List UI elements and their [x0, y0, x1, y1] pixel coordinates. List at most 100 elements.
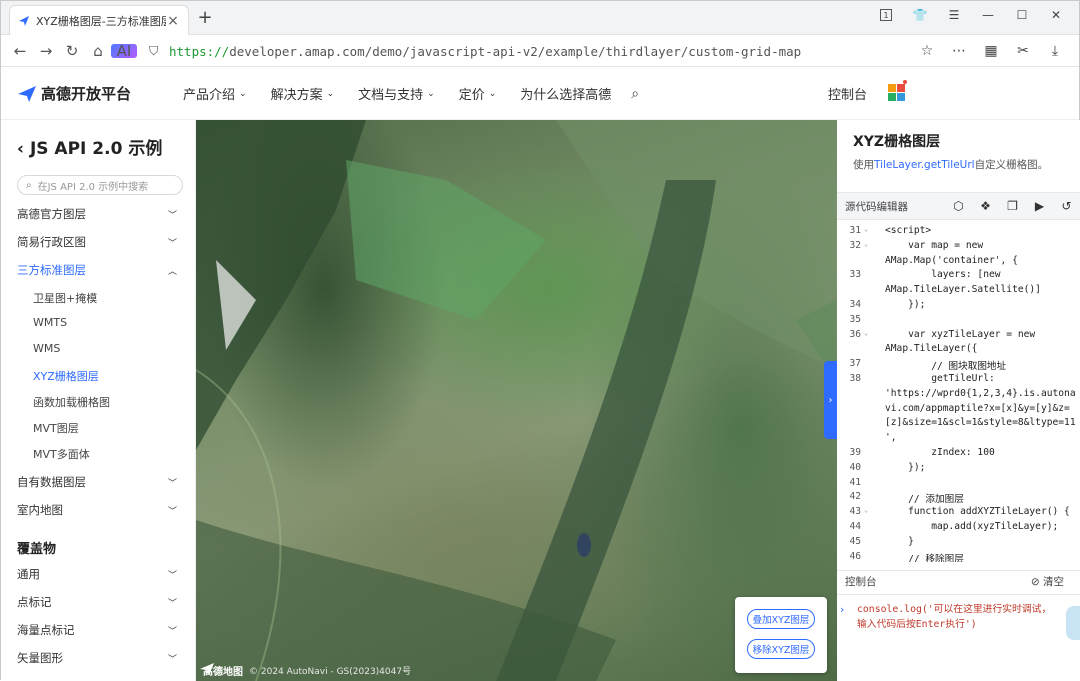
code-line: 32 ⌄ var map = new: [837, 240, 1080, 254]
console-clear-button[interactable]: ⊘ 清空: [1031, 574, 1064, 589]
minimize-button[interactable]: —: [971, 5, 1005, 25]
back-icon[interactable]: ←: [7, 42, 33, 60]
console-output[interactable]: › console.log('可以在这里进行实时调试， 输入代码后按Enter执…: [837, 594, 1080, 681]
sidebar-subitem[interactable]: MVT多面体: [33, 446, 90, 462]
line-number: 42: [849, 491, 861, 503]
forward-icon[interactable]: →: [33, 42, 59, 60]
close-window-button[interactable]: ✕: [1039, 5, 1073, 25]
sidebar-section[interactable]: 高德官方图层 ﹀: [17, 206, 177, 222]
browser-tab[interactable]: XYZ栅格图层-三方标准图层- ×: [9, 5, 189, 35]
code-editor[interactable]: 31 ⌄ <script> 32 ⌄ var map = new AMap.Map('co…: [837, 220, 1080, 562]
map-container[interactable]: 高德地图 © 2024 AutoNavi - GS(2023)4047号 叠加X…: [196, 120, 837, 681]
sidebar-subitem[interactable]: WMTS: [33, 316, 67, 329]
reset-icon[interactable]: ↺: [1053, 199, 1080, 213]
sidebar-section[interactable]: 简易行政区图 ﹀: [17, 234, 177, 250]
home-icon[interactable]: ⌂: [85, 42, 111, 60]
line-number: 37: [849, 358, 861, 370]
sidebar-item-label: 通用: [17, 567, 40, 581]
console-link[interactable]: 控制台: [828, 84, 867, 103]
code-text: // 移除图层: [885, 553, 964, 562]
sidebar-item-label: MVT多面体: [33, 448, 90, 461]
search-icon[interactable]: ⌕: [631, 86, 639, 102]
tab-close-button[interactable]: ×: [166, 13, 180, 29]
maximize-button[interactable]: ☐: [1005, 5, 1039, 25]
cube-icon[interactable]: ⬡: [945, 199, 972, 213]
right-panel: XYZ栅格图层 使用TileLayer.getTileUrl自定义栅格图。 源代…: [837, 120, 1080, 681]
sidebar-item-label: 自有数据图层: [17, 475, 86, 489]
browser-window: XYZ栅格图层-三方标准图层- × + 1 👕 ☰ — ☐ ✕ ← → ↻ ⌂ …: [0, 0, 1080, 681]
console-header: 控制台 ⊘ 清空: [837, 570, 1080, 592]
copy-icon[interactable]: ❐: [999, 199, 1026, 213]
sidebar-subitem[interactable]: MVT图层: [33, 420, 79, 436]
sidebar-section[interactable]: 三方标准图层 ︿: [17, 262, 177, 278]
sidebar-subitem[interactable]: 函数加载栅格图: [33, 394, 110, 410]
ai-button[interactable]: AI: [111, 42, 137, 60]
sidebar-item-label: XYZ栅格图层: [33, 370, 99, 383]
toolbar-right: ☆ ⋯ ▦ ✂ ⤓: [913, 39, 1069, 63]
fold-icon[interactable]: ⌄: [864, 240, 868, 248]
sidebar-subitem[interactable]: 卫星图+掩模: [33, 290, 97, 306]
amap-logo-icon: [200, 663, 214, 675]
menu-item[interactable]: 解决方案 ⌄: [259, 84, 347, 103]
remove-xyz-layer-button[interactable]: 移除XYZ图层: [747, 639, 815, 659]
fold-icon[interactable]: ⌄: [864, 506, 868, 514]
codepen-icon[interactable]: ❖: [972, 199, 999, 213]
chevron-down-icon: ﹀: [167, 506, 177, 517]
sidebar-section[interactable]: 室内地图 ﹀: [17, 502, 177, 518]
panel-collapse-button[interactable]: ›: [824, 361, 837, 439]
console-line-text: console.log('可以在这里进行实时调试，: [857, 604, 1052, 615]
site-logo[interactable]: 高德开放平台: [17, 83, 131, 104]
sidebar-section[interactable]: 点标记 ﹀: [17, 594, 177, 610]
menu-item[interactable]: 产品介绍 ⌄: [171, 84, 259, 103]
add-xyz-layer-button[interactable]: 叠加XYZ图层: [747, 609, 815, 629]
sidebar-search-input[interactable]: ⌕ 在JS API 2.0 示例中搜索: [17, 175, 183, 195]
line-number: 38: [849, 373, 861, 384]
sidebar-subitem[interactable]: WMS: [33, 342, 60, 355]
url-input[interactable]: ⛉ https://developer.amap.com/demo/javasc…: [149, 39, 979, 63]
search-icon: ⌕: [26, 179, 32, 191]
run-icon[interactable]: ▶: [1026, 199, 1053, 213]
menu-item-label: 文档与支持: [358, 88, 424, 103]
nav-buttons: ← → ↻ ⌂ AI: [7, 42, 137, 60]
api-link[interactable]: TileLayer.getTileUrl: [874, 159, 975, 171]
url-host: developer.amap.com: [229, 43, 365, 59]
code-text: AMap.Map('container', {: [885, 254, 1018, 266]
fold-icon[interactable]: ⌄: [864, 329, 868, 337]
download-icon[interactable]: ⤓: [1041, 39, 1069, 63]
menu-item[interactable]: 文档与支持 ⌄: [346, 84, 447, 103]
sidebar-section[interactable]: 自有数据图层 ﹀: [17, 474, 177, 490]
grid-icon[interactable]: ▦: [977, 39, 1005, 63]
menu-item[interactable]: 为什么选择高德: [508, 84, 623, 103]
sidebar-section[interactable]: 矢量图形 ﹀: [17, 650, 177, 666]
reload-icon[interactable]: ↻: [59, 42, 85, 60]
star-icon[interactable]: ☆: [913, 39, 941, 63]
tab-count-icon[interactable]: 1: [869, 5, 903, 25]
code-text: function addXYZTileLayer() {: [885, 506, 1070, 518]
code-text: AMap.TileLayer({: [885, 343, 978, 355]
sidebar-section[interactable]: 海量点标记 ﹀: [17, 622, 177, 638]
sidebar-subitem[interactable]: XYZ栅格图层: [33, 368, 99, 384]
prompt-chevron-icon: ›: [840, 603, 845, 616]
sidebar-item-label: 室内地图: [17, 503, 63, 517]
assistant-robot-icon[interactable]: [1066, 606, 1080, 640]
sidebar-item-label: 卫星图+掩模: [33, 292, 98, 305]
sidebar-title[interactable]: ‹ JS API 2.0 示例: [17, 134, 162, 159]
code-text: var map = new: [885, 239, 984, 251]
shirt-icon[interactable]: 👕: [903, 5, 937, 25]
sidebar-section[interactable]: 通用 ﹀: [17, 566, 177, 582]
chevron-down-icon: ﹀: [167, 210, 177, 221]
sidebar-item-label: WMS: [33, 342, 61, 355]
window-controls: 1 👕 ☰ — ☐ ✕: [869, 5, 1073, 25]
more-icon[interactable]: ⋯: [945, 39, 973, 63]
scissors-icon[interactable]: ✂: [1009, 39, 1037, 63]
new-tab-button[interactable]: +: [195, 7, 215, 28]
code-line: 35: [837, 314, 1080, 328]
shield-icon: ⛉: [149, 43, 159, 58]
app-logo-icon[interactable]: [887, 80, 907, 102]
fold-icon[interactable]: ⌄: [864, 225, 868, 233]
menu-item[interactable]: 定价 ⌄: [447, 84, 509, 103]
chevron-down-icon: ﹀: [167, 626, 177, 637]
code-line: AMap.TileLayer.Satellite()]: [837, 284, 1080, 298]
menu-icon[interactable]: ☰: [937, 5, 971, 25]
main-menu: 产品介绍 ⌄ 解决方案 ⌄ 文档与支持 ⌄ 定价 ⌄ 为什么选择高德: [171, 84, 623, 103]
